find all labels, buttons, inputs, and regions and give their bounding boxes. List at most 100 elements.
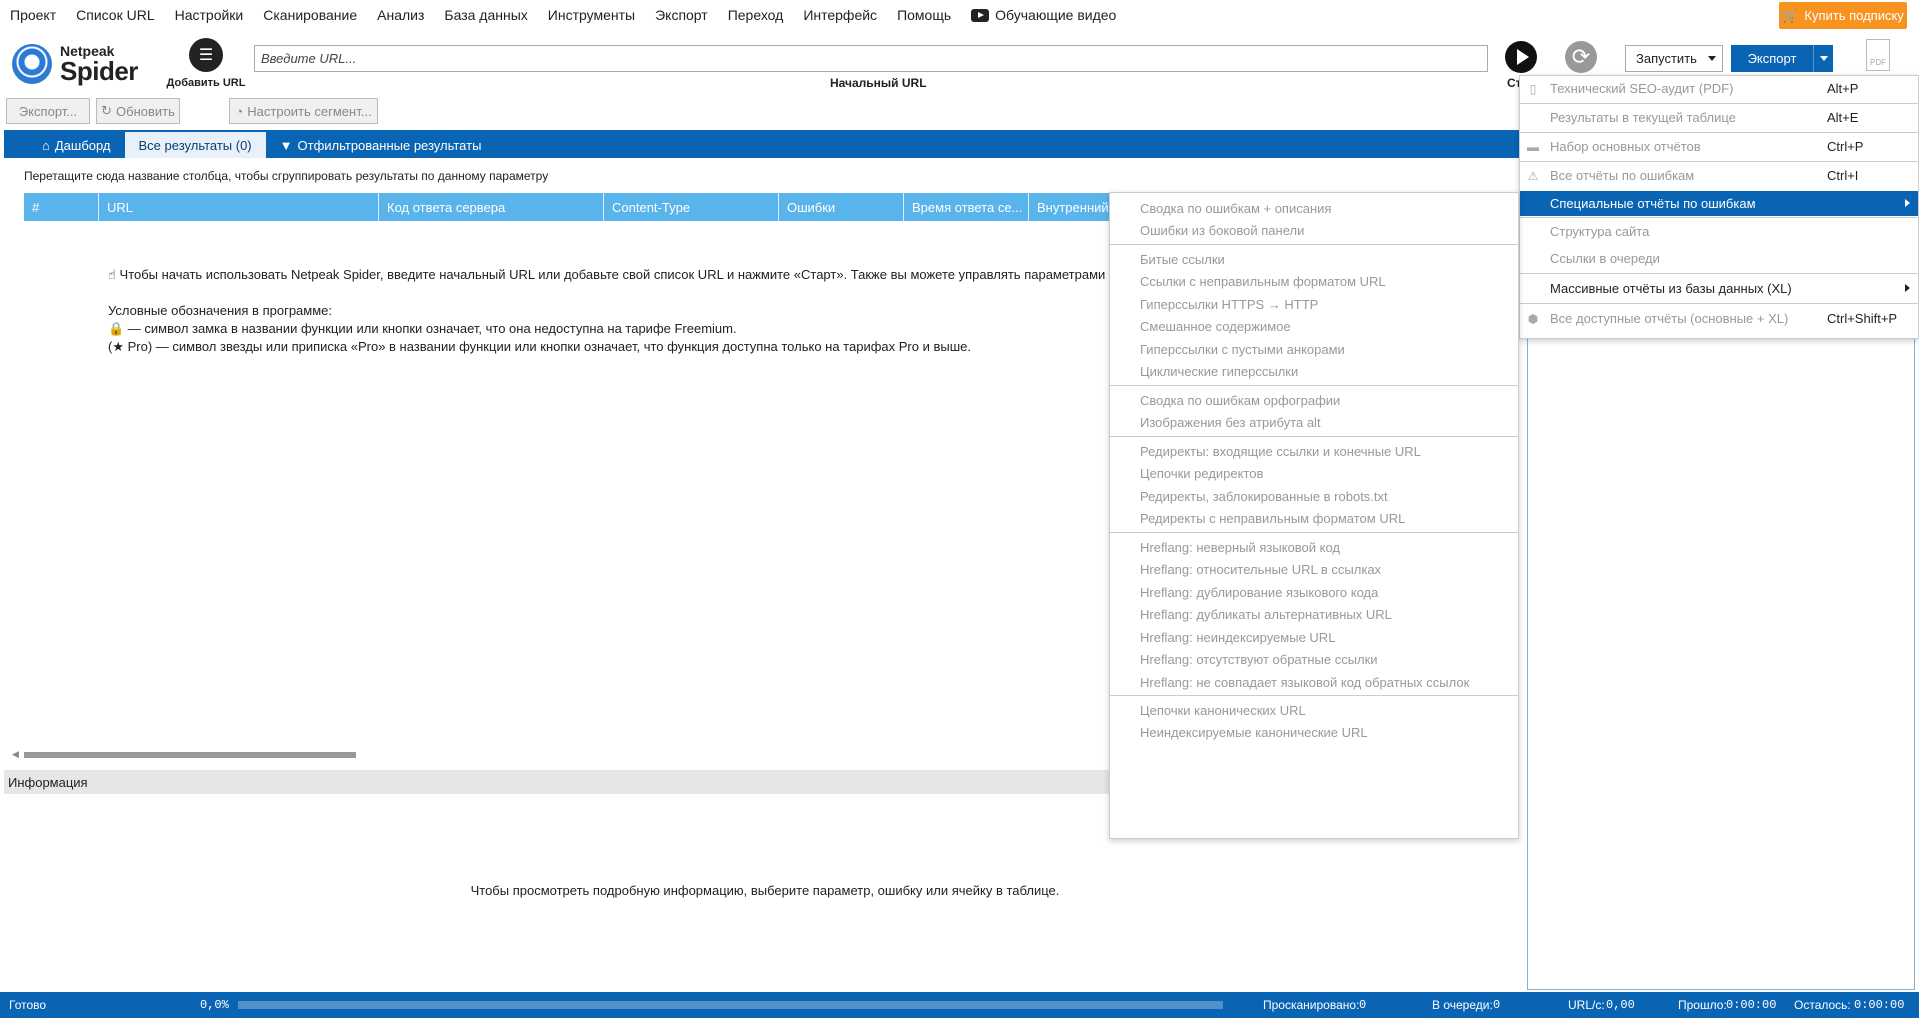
export-main-reports[interactable]: ▬ Набор основных отчётов Ctrl+P xyxy=(1520,134,1918,159)
submenu-item[interactable]: Гиперссылки с пустыми анкорами xyxy=(1110,338,1518,360)
submenu-item[interactable]: Hreflang: неверный языковой код xyxy=(1110,536,1518,558)
tab-filtered-results[interactable]: ▼ Отфильтрованные результаты xyxy=(266,132,496,158)
horizontal-scroll-thumb[interactable] xyxy=(24,752,356,758)
export-bulk-xl-reports[interactable]: Массивные отчёты из базы данных (XL) xyxy=(1520,276,1918,301)
submenu-item[interactable]: Редиректы с неправильным форматом URL xyxy=(1110,507,1518,529)
queue-label: В очереди: xyxy=(1432,998,1493,1012)
submenu-item[interactable]: Цепочки редиректов xyxy=(1110,462,1518,484)
column-url[interactable]: URL xyxy=(99,193,379,221)
refresh-button[interactable]: ↻ Обновить xyxy=(96,98,180,124)
column-number[interactable]: # xyxy=(24,193,99,221)
submenu-item[interactable]: Ссылки с неправильным форматом URL xyxy=(1110,270,1518,292)
menu-settings[interactable]: Настройки xyxy=(165,7,254,23)
remaining-label: Осталось: xyxy=(1794,998,1851,1012)
menu-item-label: Все отчёты по ошибкам xyxy=(1550,168,1695,183)
menu-export[interactable]: Экспорт xyxy=(645,7,718,23)
queue-value: 0 xyxy=(1493,998,1501,1012)
export-site-structure[interactable]: Структура сайта xyxy=(1520,219,1918,244)
segment-button[interactable]: ◔ Настроить сегмент... xyxy=(229,98,378,124)
submenu-item[interactable]: Битые ссылки xyxy=(1110,248,1518,270)
submenu-item[interactable]: Цепочки канонических URL xyxy=(1110,699,1518,721)
progress-percent: 0,0% xyxy=(200,998,229,1012)
warning-icon: ⚠ xyxy=(1527,168,1539,183)
tab-dashboard[interactable]: ⌂ Дашборд xyxy=(28,132,125,158)
submenu-item[interactable]: Сводка по ошибкам орфографии xyxy=(1110,389,1518,411)
rate-value: 0,00 xyxy=(1606,998,1635,1012)
buy-subscription-button[interactable]: 🛒 Купить подписку xyxy=(1779,2,1907,29)
export-current-table[interactable]: Результаты в текущей таблице Alt+E xyxy=(1520,105,1918,130)
submenu-item[interactable]: Гиперссылки HTTPS → HTTP xyxy=(1110,293,1518,315)
submenu-item[interactable]: Hreflang: дублирование языкового кода xyxy=(1110,581,1518,603)
legend-title: Условные обозначения в программе: xyxy=(108,303,332,318)
results-tabs: ⌂ Дашборд Все результаты (0) ▼ Отфильтрова… xyxy=(4,130,1519,158)
filter-icon: ▼ xyxy=(279,137,293,153)
export-all-reports[interactable]: ⬢ Все доступные отчёты (основные + XL) C… xyxy=(1520,306,1918,331)
submenu-item[interactable]: Сводка по ошибкам + описания xyxy=(1110,197,1518,219)
submenu-item[interactable]: Циклические гиперссылки xyxy=(1110,360,1518,382)
menu-divider xyxy=(1110,695,1518,696)
submenu-item[interactable]: Редиректы: входящие ссылки и конечные UR… xyxy=(1110,440,1518,462)
restart-button[interactable]: ⟳ xyxy=(1565,41,1597,73)
export-queued-links[interactable]: Ссылки в очереди xyxy=(1520,246,1918,271)
menu-url-list[interactable]: Список URL xyxy=(66,7,164,23)
menu-help[interactable]: Помощь xyxy=(887,7,961,23)
export-special-error-reports[interactable]: Специальные отчёты по ошибкам xyxy=(1520,191,1918,216)
export-button[interactable]: Экспорт xyxy=(1731,45,1833,72)
column-internal[interactable]: Внутренний xyxy=(1029,193,1119,221)
submenu-item[interactable]: Hreflang: дубликаты альтернативных URL xyxy=(1110,603,1518,625)
scanned-label: Просканировано: xyxy=(1263,998,1360,1012)
menu-divider xyxy=(1520,161,1918,162)
table-export-button[interactable]: Экспорт... xyxy=(6,98,90,124)
welcome-line: ☝ Чтобы начать использовать Netpeak Spid… xyxy=(108,267,1108,282)
start-url-caption: Начальный URL xyxy=(830,76,927,90)
scroll-left-arrow[interactable]: ◀ xyxy=(12,749,19,760)
column-errors[interactable]: Ошибки xyxy=(779,193,904,221)
welcome-message: ☝ Чтобы начать использовать Netpeak Spid… xyxy=(108,266,1108,356)
refresh-icon: ⟳ xyxy=(1571,44,1591,69)
column-status-code[interactable]: Код ответа сервера xyxy=(379,193,604,221)
menu-item-label: Массивные отчёты из базы данных (XL) xyxy=(1550,281,1792,296)
menu-project[interactable]: Проект xyxy=(0,7,66,23)
menu-interface[interactable]: Интерфейс xyxy=(793,7,887,23)
start-button[interactable] xyxy=(1505,41,1537,73)
column-content-type[interactable]: Content-Type xyxy=(604,193,779,221)
tab-all-results[interactable]: Все результаты (0) xyxy=(124,132,266,158)
menu-divider xyxy=(1110,436,1518,437)
menu-item-label: Набор основных отчётов xyxy=(1550,139,1701,154)
export-dropdown-arrow[interactable] xyxy=(1813,45,1833,72)
menu-navigation[interactable]: Переход xyxy=(718,7,794,23)
submenu-item[interactable]: Смешанное содержимое xyxy=(1110,315,1518,337)
start-caption: Старт xyxy=(1507,76,1519,90)
refresh-label: Обновить xyxy=(116,103,175,119)
menu-tools[interactable]: Инструменты xyxy=(538,7,645,23)
submenu-item[interactable]: Hreflang: не совпадает языковой код обра… xyxy=(1110,671,1518,693)
menu-video-tutorials[interactable]: Обучающие видео xyxy=(961,7,1126,23)
submenu-item[interactable]: Изображения без атрибута alt xyxy=(1110,411,1518,433)
submenu-item[interactable]: Редиректы, заблокированные в robots.txt xyxy=(1110,485,1518,507)
group-by-hint[interactable]: Перетащите сюда название столбца, чтобы … xyxy=(24,169,548,183)
youtube-icon xyxy=(971,9,990,22)
menu-item-shortcut: Alt+P xyxy=(1827,81,1859,96)
menu-analysis[interactable]: Анализ xyxy=(367,7,434,23)
pdf-report-icon[interactable]: PDF xyxy=(1866,39,1890,71)
start-url-input[interactable] xyxy=(254,45,1488,72)
menu-database[interactable]: База данных xyxy=(434,7,537,23)
tab-label: Все результаты (0) xyxy=(138,137,252,153)
export-all-error-reports[interactable]: ⚠ Все отчёты по ошибкам Ctrl+I xyxy=(1520,163,1918,188)
menu-item-label: Все доступные отчёты (основные + XL) xyxy=(1550,311,1789,326)
submenu-item[interactable]: Hreflang: отсутствуют обратные ссылки xyxy=(1110,648,1518,670)
add-url-button[interactable]: ☰ Добавить URL xyxy=(164,38,248,89)
submenu-item[interactable]: Hreflang: неиндексируемые URL xyxy=(1110,626,1518,648)
column-response-time[interactable]: Время ответа се... xyxy=(904,193,1029,221)
refresh-icon: ↻ xyxy=(101,103,113,118)
submenu-item[interactable]: Hreflang: относительные URL в ссылках xyxy=(1110,558,1518,580)
menu-crawling[interactable]: Сканирование xyxy=(253,7,367,23)
run-mode-select[interactable]: Запустить xyxy=(1625,45,1723,72)
submenu-item[interactable]: Неиндексируемые канонические URL xyxy=(1110,721,1518,743)
pie-chart-icon: ◔ xyxy=(235,103,244,119)
export-seo-audit-pdf[interactable]: ▯ Технический SEO-аудит (PDF) Alt+P xyxy=(1520,76,1918,101)
legend-star: (★ Pro) — символ звезды или приписка «Pr… xyxy=(108,339,971,354)
submenu-item[interactable]: Ошибки из боковой панели xyxy=(1110,219,1518,241)
info-panel-message: Чтобы просмотреть подробную информацию, … xyxy=(470,883,1060,898)
tab-label: Дашборд xyxy=(54,137,111,153)
